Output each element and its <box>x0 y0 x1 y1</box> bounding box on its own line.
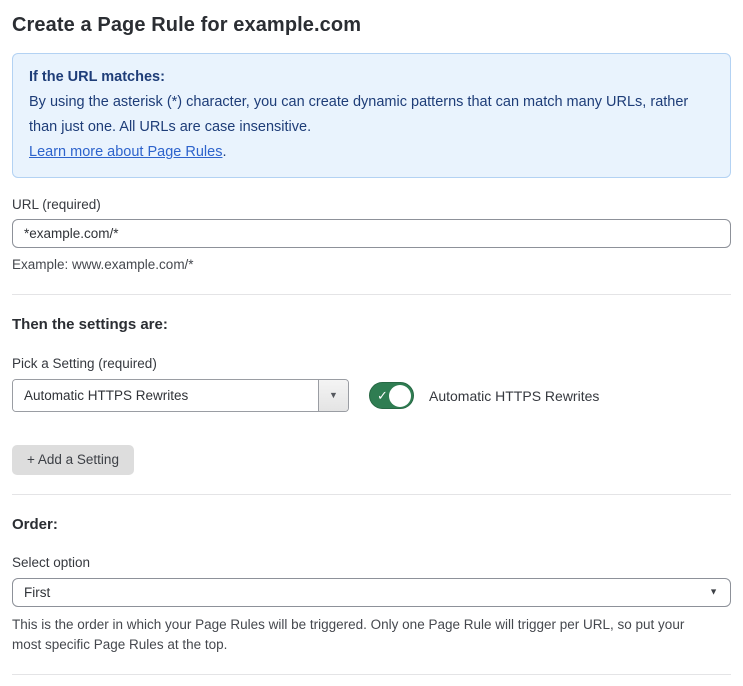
divider-after-settings <box>12 493 731 495</box>
url-input[interactable] <box>12 218 731 248</box>
order-select[interactable]: First ▼ <box>12 577 731 607</box>
order-helper-text: This is the order in which your Page Rul… <box>12 616 685 652</box>
create-page-rule-form: Create a Page Rule for example.com If th… <box>0 0 743 686</box>
divider-after-url <box>12 294 731 295</box>
pick-setting-label: Pick a Setting (required) <box>12 356 157 371</box>
order-select-value: First <box>24 584 51 600</box>
info-box-body: By using the asterisk (*) character, you… <box>29 93 689 135</box>
add-setting-button[interactable]: + Add a Setting <box>12 445 134 475</box>
setting-toggle-label: Automatic HTTPS Rewrites <box>429 387 600 404</box>
settings-section-heading: Then the settings are: <box>12 316 168 333</box>
chevron-down-icon: ▼ <box>329 390 338 400</box>
setting-row: Automatic HTTPS Rewrites ▼ ✓ Automatic H… <box>12 379 731 412</box>
info-box-heading: If the URL matches: <box>29 69 165 85</box>
select-option-label: Select option <box>12 554 91 570</box>
order-section-heading: Order: <box>12 515 58 533</box>
page-title: Create a Page Rule for example.com <box>12 14 362 36</box>
setting-toggle[interactable]: ✓ <box>369 382 414 409</box>
url-field-label: URL (required) <box>12 196 101 212</box>
check-icon: ✓ <box>377 387 388 403</box>
setting-picker-caret-button[interactable]: ▼ <box>318 380 348 411</box>
chevron-down-icon: ▼ <box>709 586 718 597</box>
divider-before-footer <box>12 674 731 675</box>
link-period: . <box>222 143 227 160</box>
setting-picker-dropdown[interactable]: Automatic HTTPS Rewrites ▼ <box>12 379 349 412</box>
url-matches-info-box: If the URL matches: By using the asteris… <box>12 53 731 178</box>
url-example-helper: Example: www.example.com/* <box>12 256 194 272</box>
learn-more-link[interactable]: Learn more about Page Rules <box>29 144 222 160</box>
toggle-knob <box>389 384 411 407</box>
setting-picker-value: Automatic HTTPS Rewrites <box>13 380 318 411</box>
info-box-link-line: Learn more about Page Rules. <box>29 140 714 165</box>
